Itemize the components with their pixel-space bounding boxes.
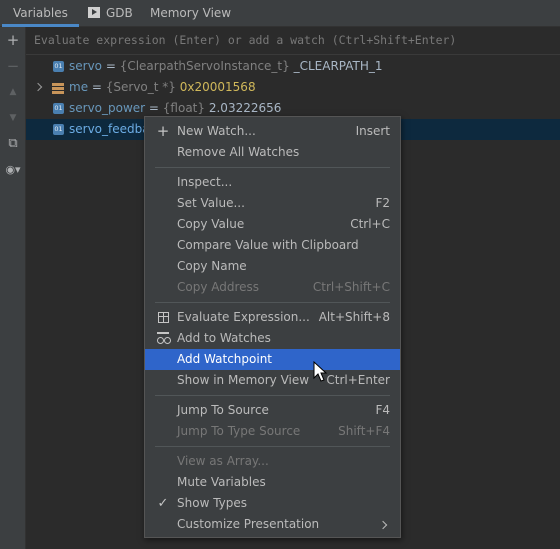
plus-icon: +	[6, 31, 20, 49]
variable-name: servo_feedba	[69, 122, 150, 136]
variable-name: me	[69, 80, 89, 94]
menu-item-remove-all-watches[interactable]: Remove All Watches	[145, 142, 400, 163]
move-up-button[interactable]: ▲	[3, 82, 23, 102]
duplicate-watch-button[interactable]: ⧉	[3, 134, 23, 154]
plus-icon: +	[156, 122, 170, 140]
menu-item-new-watch[interactable]: + New Watch... Insert	[145, 121, 400, 142]
evaluate-placeholder: Evaluate expression (Enter) or add a wat…	[34, 33, 457, 47]
variable-text: servo_feedba	[69, 119, 150, 140]
menu-item-add-watchpoint[interactable]: Add Watchpoint	[145, 349, 400, 370]
menu-item-label: Copy Name	[177, 259, 247, 273]
copy-icon: ⧉	[8, 136, 18, 151]
move-down-button[interactable]: ▼	[3, 108, 23, 128]
menu-item-label: Compare Value with Clipboard	[177, 238, 359, 252]
menu-item-inspect[interactable]: Inspect...	[145, 172, 400, 193]
menu-item-label: Mute Variables	[177, 475, 266, 489]
remove-watch-button[interactable]: −	[3, 56, 23, 76]
menu-item-evaluate-expression[interactable]: Evaluate Expression... Alt+Shift+8	[145, 307, 400, 328]
menu-item-label: Add Watchpoint	[177, 352, 273, 366]
menu-item-jump-to-type-source: Jump To Type Source Shift+F4	[145, 421, 400, 442]
console-icon	[88, 7, 100, 18]
object-struct-icon	[52, 82, 64, 94]
variable-type: {Servo_t *}	[105, 80, 176, 94]
menu-separator	[155, 395, 390, 396]
tab-gdb-label: GDB	[106, 6, 133, 20]
menu-item-set-value[interactable]: Set Value... F2	[145, 193, 400, 214]
menu-separator	[155, 446, 390, 447]
menu-item-label: Copy Value	[177, 217, 245, 231]
variable-text: me = {Servo_t *} 0x20001568	[69, 80, 256, 94]
menu-item-mute-variables[interactable]: Mute Variables	[145, 472, 400, 493]
variable-value: _CLEARPATH_1	[293, 59, 383, 73]
menu-item-show-in-memory-view[interactable]: Show in Memory View Ctrl+Enter	[145, 370, 400, 391]
eye-icon: ◉▾	[5, 163, 21, 176]
debugger-tab-bar: Variables GDB Memory View	[0, 0, 560, 27]
menu-item-jump-to-source[interactable]: Jump To Source F4	[145, 400, 400, 421]
context-menu: + New Watch... Insert Remove All Watches…	[144, 116, 401, 538]
menu-item-add-to-watches[interactable]: Add to Watches	[145, 328, 400, 349]
menu-item-shortcut: Ctrl+C	[350, 217, 390, 231]
menu-item-shortcut: F2	[375, 196, 390, 210]
minus-icon: −	[6, 57, 20, 75]
menu-item-label: Set Value...	[177, 196, 245, 210]
primitive-value-icon: 01	[53, 61, 64, 72]
menu-item-label: Copy Address	[177, 280, 260, 294]
watch-glasses-icon	[157, 332, 171, 345]
calculator-icon	[158, 312, 169, 323]
expand-arrow-icon[interactable]	[33, 82, 43, 92]
menu-item-shortcut: Ctrl+Enter	[326, 373, 390, 387]
menu-item-shortcut: Shift+F4	[338, 424, 390, 438]
mouse-cursor-icon	[313, 361, 328, 382]
menu-item-show-types[interactable]: ✓ Show Types	[145, 493, 400, 514]
menu-item-copy-value[interactable]: Copy Value Ctrl+C	[145, 214, 400, 235]
variable-text: servo = {ClearpathServoInstance_t} _CLEA…	[69, 59, 383, 73]
variable-value: 2.03222656	[208, 101, 282, 115]
variables-toolbar: + − ▲ ▼ ⧉ ◉▾	[0, 27, 26, 549]
evaluate-expression-input[interactable]: Evaluate expression (Enter) or add a wat…	[26, 27, 560, 55]
variable-row-me[interactable]: me = {Servo_t *} 0x20001568	[26, 77, 560, 98]
menu-item-label: Jump To Source	[177, 403, 269, 417]
menu-item-label: Inspect...	[177, 175, 233, 189]
menu-item-label: Show Types	[177, 496, 248, 510]
menu-item-compare-with-clipboard[interactable]: Compare Value with Clipboard	[145, 235, 400, 256]
variable-type: {ClearpathServoInstance_t}	[119, 59, 290, 73]
menu-item-label: Add to Watches	[177, 331, 271, 345]
arrow-down-icon: ▼	[9, 113, 17, 123]
menu-item-label: Customize Presentation	[177, 517, 320, 531]
menu-item-label: New Watch...	[177, 124, 256, 138]
tab-variables[interactable]: Variables	[2, 0, 79, 27]
menu-item-copy-address: Copy Address Ctrl+Shift+C	[145, 277, 400, 298]
primitive-value-icon: 01	[53, 103, 64, 114]
menu-item-customize-presentation[interactable]: Customize Presentation	[145, 514, 400, 535]
menu-item-label: Show in Memory View	[177, 373, 310, 387]
menu-item-shortcut: Alt+Shift+8	[318, 310, 390, 324]
view-options-button[interactable]: ◉▾	[3, 160, 23, 180]
menu-item-shortcut: Insert	[355, 124, 390, 138]
add-watch-button[interactable]: +	[3, 30, 23, 50]
menu-separator	[155, 167, 390, 168]
menu-item-label: Jump To Type Source	[177, 424, 301, 438]
tab-memory-view[interactable]: Memory View	[150, 0, 231, 27]
primitive-value-icon: 01	[53, 124, 64, 135]
variable-name: servo	[69, 59, 103, 73]
tab-memory-view-label: Memory View	[150, 6, 232, 20]
menu-separator	[155, 302, 390, 303]
submenu-chevron-icon	[378, 520, 388, 530]
menu-item-shortcut: F4	[375, 403, 390, 417]
menu-item-label: View as Array...	[177, 454, 269, 468]
variable-value: 0x20001568	[179, 80, 256, 94]
menu-item-label: Remove All Watches	[177, 145, 300, 159]
checkmark-icon: ✓	[157, 496, 169, 511]
tab-variables-label: Variables	[13, 6, 68, 20]
arrow-up-icon: ▲	[9, 87, 17, 97]
tab-gdb[interactable]: GDB	[88, 0, 133, 27]
variable-type: {float}	[162, 101, 206, 115]
menu-item-label: Evaluate Expression...	[177, 310, 310, 324]
menu-item-copy-name[interactable]: Copy Name	[145, 256, 400, 277]
menu-item-shortcut: Ctrl+Shift+C	[312, 280, 390, 294]
variable-name: servo_power	[69, 101, 146, 115]
menu-item-view-as-array: View as Array...	[145, 451, 400, 472]
variable-row-servo[interactable]: 01 servo = {ClearpathServoInstance_t} _C…	[26, 56, 560, 77]
